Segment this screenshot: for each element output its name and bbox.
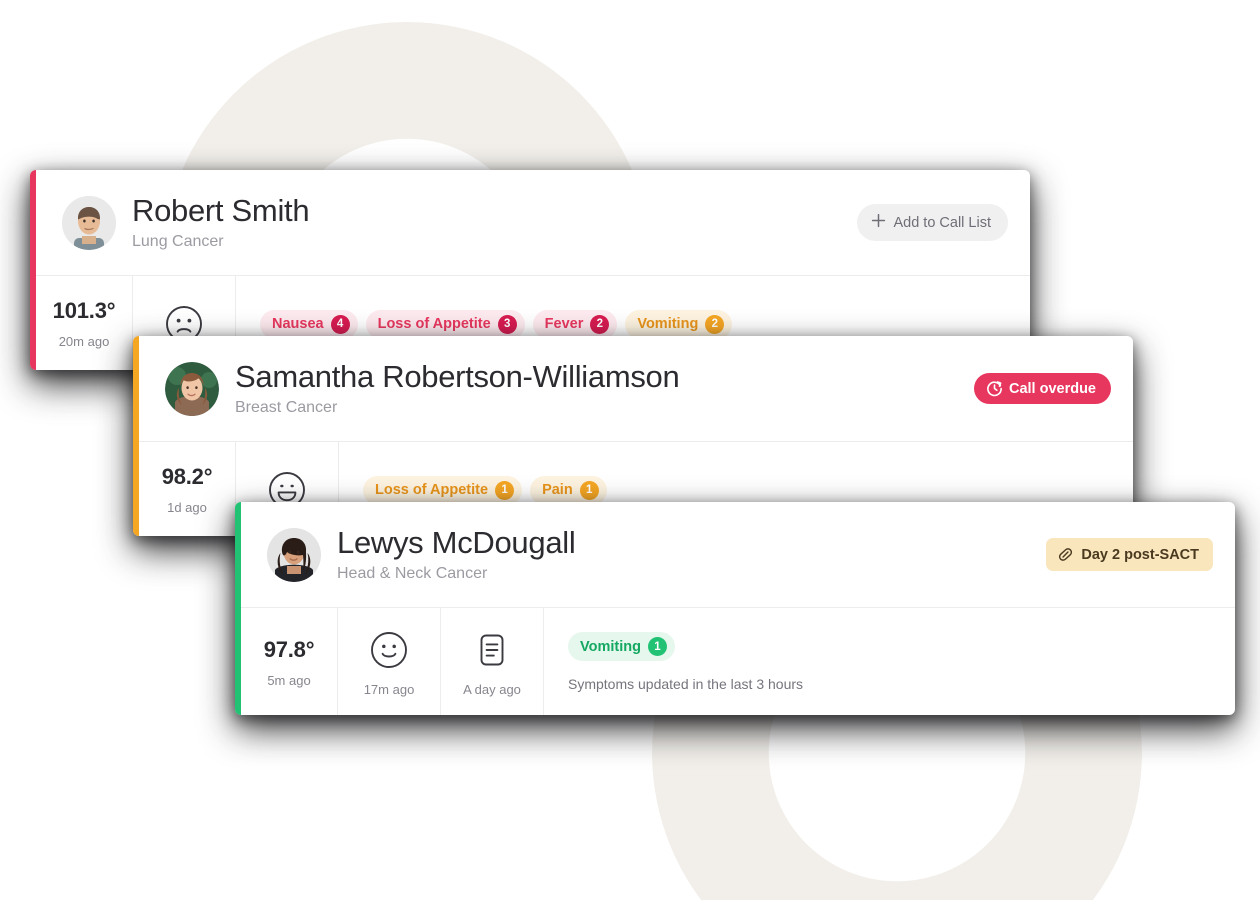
add-to-call-list-button[interactable]: Add to Call List <box>857 204 1008 241</box>
card-header-actions: Call overdue <box>973 373 1111 404</box>
symptom-label: Nausea <box>272 316 324 332</box>
document-icon <box>472 630 512 670</box>
post-sact-badge[interactable]: Day 2 post-SACT <box>1046 538 1213 571</box>
temperature-value: 101.3° <box>52 298 116 323</box>
metric-temperature[interactable]: 101.3° 20m ago <box>30 276 133 370</box>
symptom-count: 3 <box>497 314 517 334</box>
symptom-label: Pain <box>542 482 573 498</box>
patient-identity: Lewys McDougall Head & Neck Cancer <box>337 525 576 583</box>
patient-identity: Samantha Robertson-Williamson Breast Can… <box>235 359 680 417</box>
metric-temperature[interactable]: 98.2° 1d ago <box>133 442 236 536</box>
symptom-tag[interactable]: Nausea 4 <box>260 309 358 339</box>
symptom-tag-row: Nausea 4 Loss of Appetite 3 Fever 2 Vomi… <box>260 309 1010 339</box>
symptom-tag[interactable]: Loss of Appetite 3 <box>365 309 525 339</box>
avatar <box>62 195 116 250</box>
patient-diagnosis: Breast Cancer <box>235 398 338 416</box>
symptom-count: 1 <box>579 480 599 500</box>
mood-timestamp: 17m ago <box>363 681 415 697</box>
avatar <box>267 527 321 582</box>
symptom-count: 1 <box>495 480 515 500</box>
pill-icon <box>1057 546 1074 563</box>
symptom-label: Loss of Appetite <box>375 482 489 498</box>
symptom-tag-row: Vomiting 1 <box>568 632 1215 662</box>
patient-diagnosis: Head & Neck Cancer <box>337 564 488 582</box>
card-header: Lewys McDougall Head & Neck Cancer Day 2… <box>235 502 1235 607</box>
face-smile-icon <box>369 630 409 670</box>
card-header: Robert Smith Lung Cancer Add to Call Lis… <box>30 170 1030 275</box>
metric-notes[interactable]: A day ago <box>441 608 544 715</box>
call-overdue-badge[interactable]: Call overdue <box>973 373 1111 404</box>
symptom-tag[interactable]: Loss of Appetite 1 <box>363 475 523 505</box>
card-metrics-row: 97.8° 5m ago 17m ago A day ago Vomiting … <box>235 607 1235 715</box>
symptom-tag[interactable]: Vomiting 1 <box>568 632 675 662</box>
symptom-update-note: Symptoms updated in the last 3 hours <box>568 676 804 693</box>
temperature-value: 98.2° <box>161 464 213 489</box>
symptom-label: Fever <box>544 316 584 332</box>
symptom-tag[interactable]: Fever 2 <box>532 309 618 339</box>
patient-name: Lewys McDougall <box>337 525 576 561</box>
temperature-value: 97.8° <box>263 636 315 662</box>
clock-overdue-icon <box>986 380 1003 397</box>
patient-name: Samantha Robertson-Williamson <box>235 359 680 395</box>
call-overdue-label: Call overdue <box>1008 380 1096 397</box>
symptom-count: 4 <box>330 314 350 334</box>
card-header-actions: Day 2 post-SACT <box>1046 538 1213 571</box>
metric-mood[interactable]: 17m ago <box>338 608 441 715</box>
symptom-label: Vomiting <box>637 316 699 332</box>
metric-temperature[interactable]: 97.8° 5m ago <box>235 608 338 715</box>
patient-identity: Robert Smith Lung Cancer <box>132 193 310 251</box>
card-header-actions: Add to Call List <box>857 204 1008 241</box>
patient-diagnosis: Lung Cancer <box>132 232 224 250</box>
symptom-tag-row: Loss of Appetite 1 Pain 1 <box>363 475 1113 505</box>
symptom-tag[interactable]: Vomiting 2 <box>625 309 733 339</box>
symptom-count: 1 <box>647 637 667 657</box>
symptom-label: Loss of Appetite <box>377 316 491 332</box>
temperature-timestamp: 1d ago <box>167 500 207 515</box>
symptom-label: Vomiting <box>580 638 641 655</box>
plus-icon <box>871 213 886 232</box>
avatar <box>165 361 219 416</box>
patient-card[interactable]: Lewys McDougall Head & Neck Cancer Day 2… <box>235 502 1235 715</box>
add-to-call-list-label: Add to Call List <box>893 214 991 231</box>
temperature-timestamp: 5m ago <box>267 672 311 688</box>
symptom-list: Vomiting 1 Symptoms updated in the last … <box>544 608 1235 715</box>
patient-name: Robert Smith <box>132 193 310 229</box>
symptom-tag[interactable]: Pain 1 <box>530 475 607 505</box>
card-header: Samantha Robertson-Williamson Breast Can… <box>133 336 1133 441</box>
temperature-timestamp: 20m ago <box>58 334 110 349</box>
symptom-count: 2 <box>590 314 610 334</box>
post-sact-label: Day 2 post-SACT <box>1081 546 1199 563</box>
notes-timestamp: A day ago <box>463 681 521 697</box>
symptom-count: 2 <box>705 314 725 334</box>
